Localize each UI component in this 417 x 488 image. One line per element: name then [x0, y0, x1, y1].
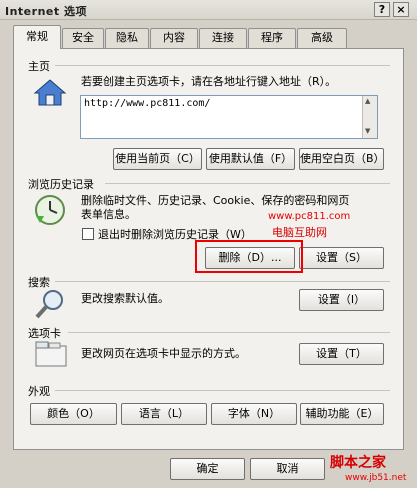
help-button[interactable]: ? — [374, 2, 390, 17]
tabs-icon — [35, 341, 67, 367]
divider — [105, 183, 390, 184]
highlight-box — [195, 240, 303, 273]
history-section-title: 浏览历史记录 — [28, 178, 94, 191]
tab-security[interactable]: 安全 — [62, 28, 104, 48]
tab-content[interactable]: 内容 — [150, 28, 198, 48]
accessibility-button[interactable]: 辅助功能（E） — [300, 403, 384, 425]
tab-connections[interactable]: 连接 — [199, 28, 247, 48]
history-description-line1: 删除临时文件、历史记录、Cookie、保存的密码和网页 — [81, 194, 350, 207]
home-url-field[interactable]: http://www.pc811.com/ — [80, 95, 378, 139]
close-button[interactable]: × — [393, 2, 409, 17]
delete-on-exit-checkbox[interactable] — [82, 228, 94, 240]
tabs-settings-button[interactable]: 设置（T） — [299, 343, 384, 365]
appearance-section-title: 外观 — [28, 385, 50, 398]
divider — [55, 281, 390, 282]
colors-button[interactable]: 颜色（O） — [30, 403, 117, 425]
scroll-down-icon[interactable]: ▼ — [365, 127, 370, 135]
history-description-line2: 表单信息。 — [81, 208, 136, 221]
home-description: 若要创建主页选项卡，请在各地址行键入地址（R）。 — [81, 75, 337, 88]
tabs-description: 更改网页在选项卡中显示的方式。 — [81, 347, 246, 360]
cancel-button[interactable]: 取消 — [250, 458, 325, 480]
window-title: Internet 选项 — [5, 5, 87, 18]
divider — [55, 390, 390, 391]
use-current-button[interactable]: 使用当前页（C） — [113, 148, 202, 170]
watermark-url: www.pc811.com — [268, 211, 351, 222]
tabs-section-title: 选项卡 — [28, 327, 61, 340]
tab-privacy[interactable]: 隐私 — [105, 28, 149, 48]
tab-general[interactable]: 常规 — [13, 25, 61, 49]
history-clock-icon — [35, 195, 65, 225]
ok-button[interactable]: 确定 — [170, 458, 245, 480]
tab-programs[interactable]: 程序 — [248, 28, 296, 48]
divider — [55, 65, 390, 66]
tab-advanced[interactable]: 高级 — [297, 28, 347, 48]
scroll-up-icon[interactable]: ▲ — [365, 97, 370, 105]
history-settings-button[interactable]: 设置（S） — [299, 247, 384, 269]
search-settings-button[interactable]: 设置（I） — [299, 289, 384, 311]
corner-url: www.jb51.net — [345, 473, 407, 483]
divider — [68, 332, 390, 333]
fonts-button[interactable]: 字体（N） — [211, 403, 297, 425]
watermark-site-name: 电脑互助网 — [272, 226, 327, 239]
use-default-button[interactable]: 使用默认值（F） — [206, 148, 295, 170]
use-blank-button[interactable]: 使用空白页（B） — [299, 148, 385, 170]
corner-logo: 脚本之家 — [330, 455, 386, 471]
home-section-title: 主页 — [28, 60, 50, 73]
home-icon — [33, 79, 67, 106]
languages-button[interactable]: 语言（L） — [121, 403, 207, 425]
search-description: 更改搜索默认值。 — [81, 292, 169, 305]
magnifier-icon — [35, 290, 63, 319]
url-scrollbar[interactable]: ▲ ▼ — [362, 96, 377, 138]
